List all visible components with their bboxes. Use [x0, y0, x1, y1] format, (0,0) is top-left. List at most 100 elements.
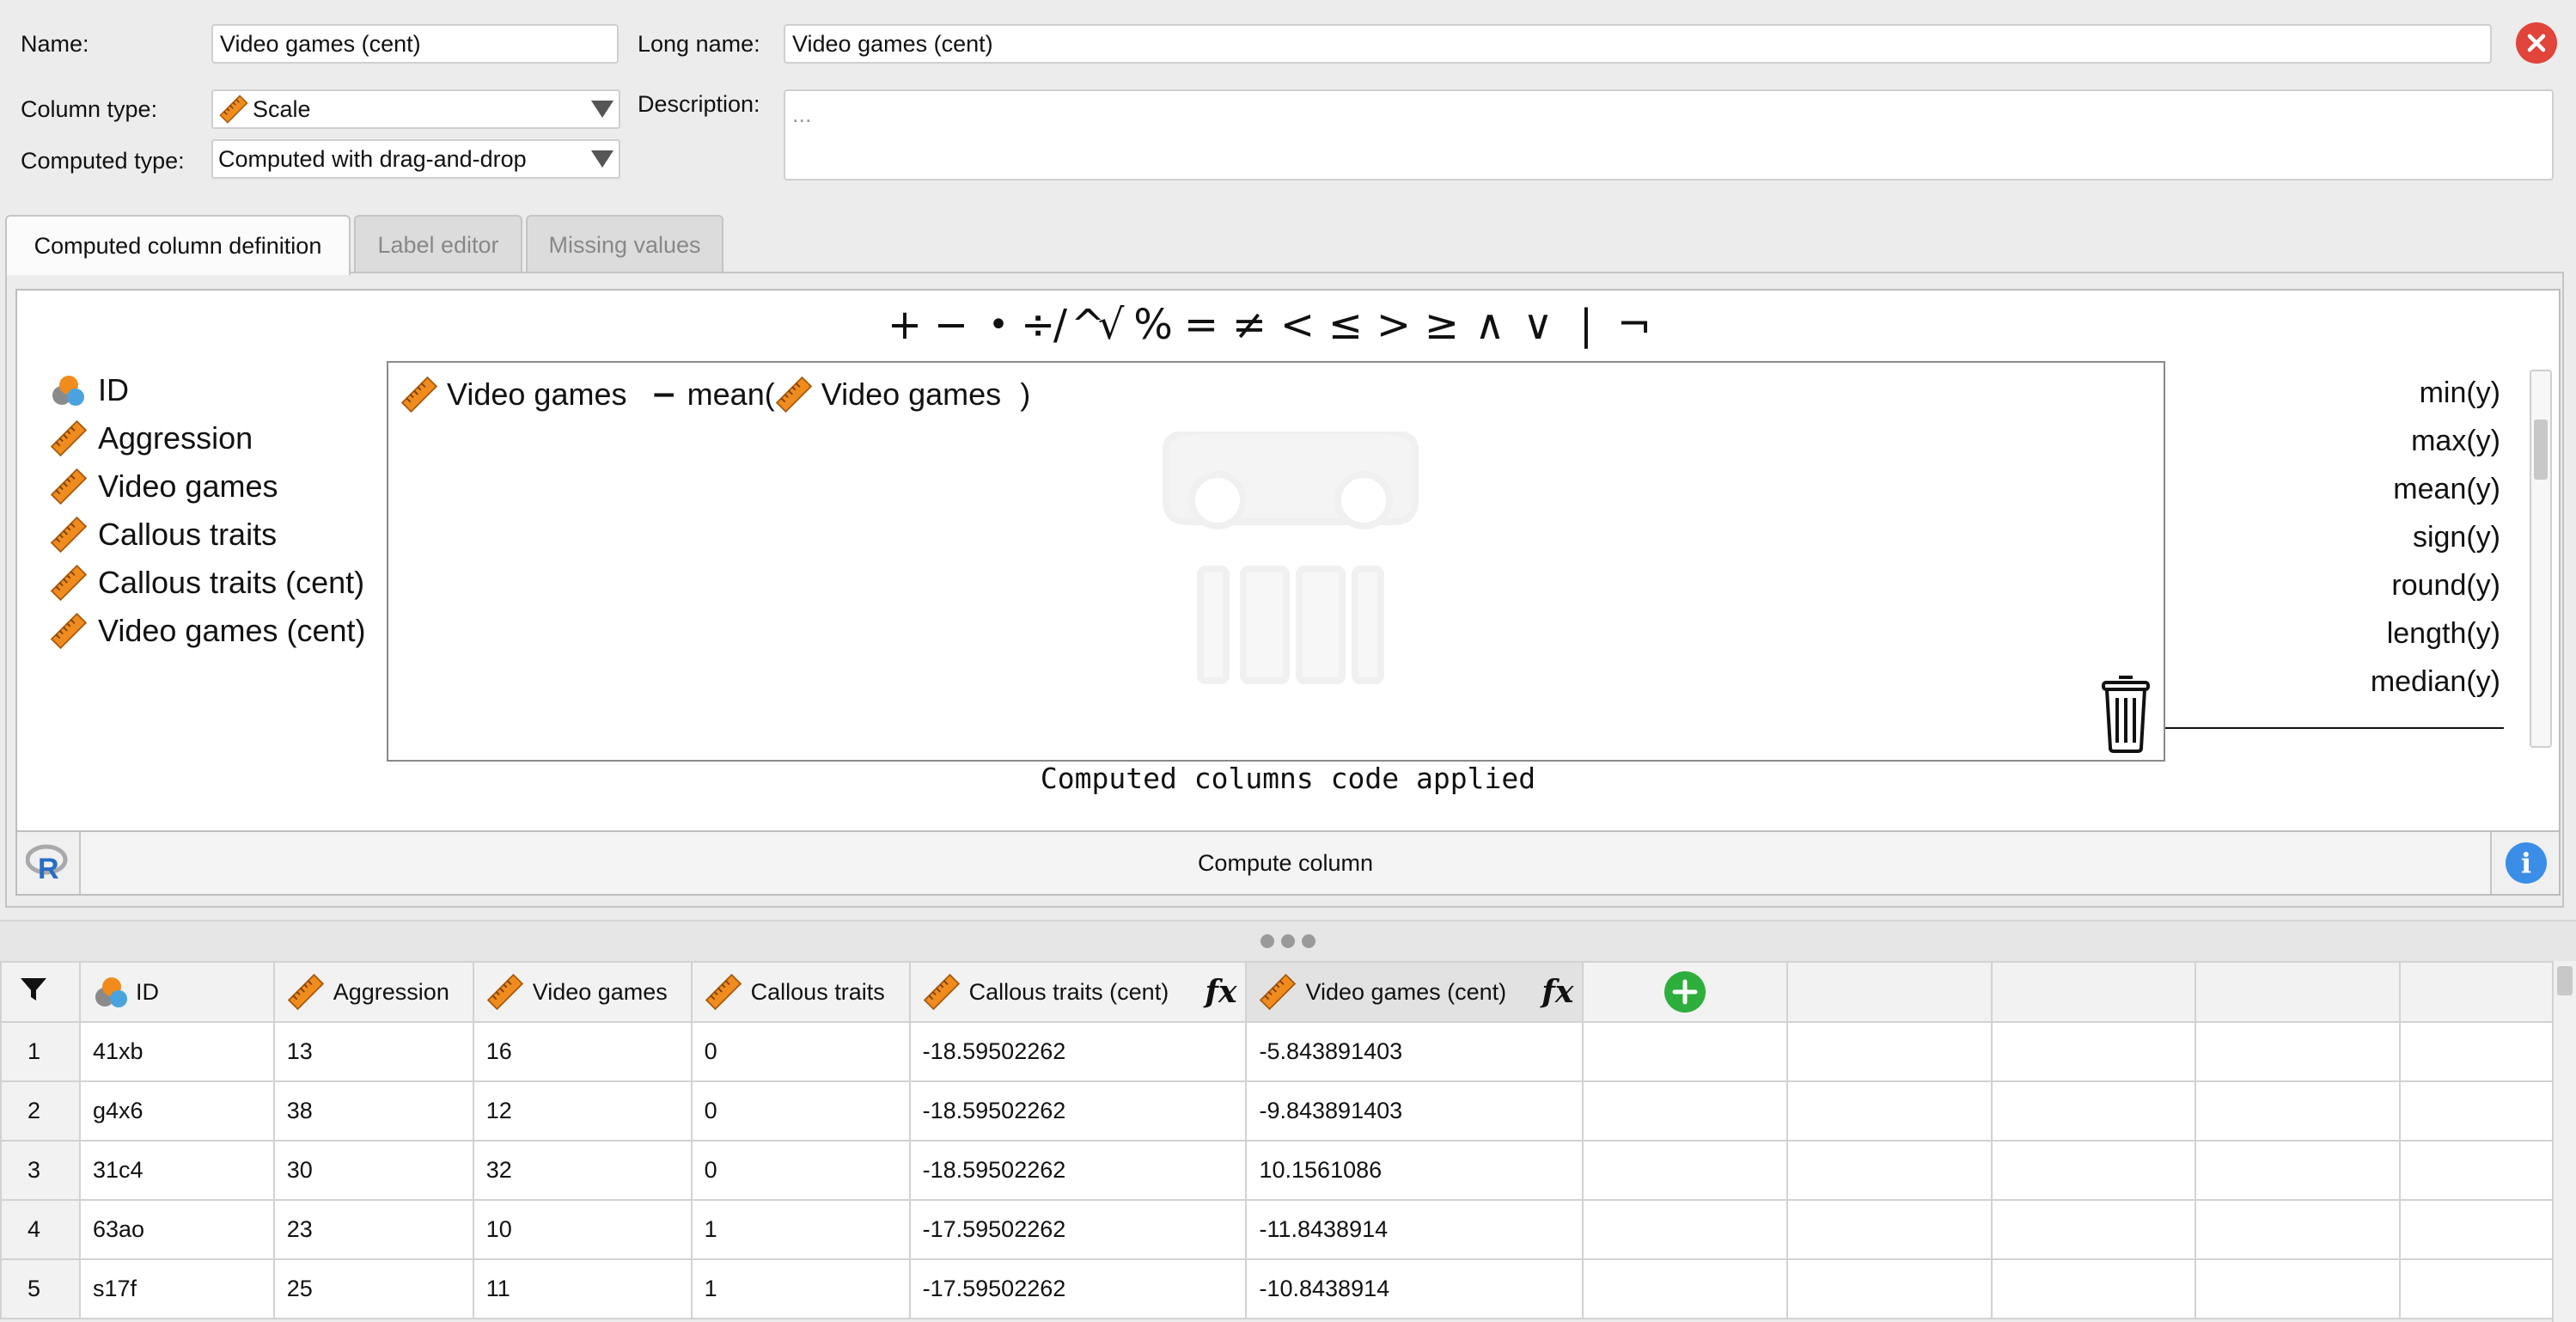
function-max[interactable]: max(y)	[2411, 425, 2500, 458]
scrollbar-thumb[interactable]	[2534, 419, 2548, 480]
table-cell[interactable]: -18.59502262	[908, 1021, 1248, 1082]
function-mean[interactable]: mean(y)	[2393, 473, 2500, 506]
table-cell[interactable]: g4x6	[78, 1080, 275, 1141]
empty-cell[interactable]	[2194, 1140, 2402, 1201]
operator-not[interactable]: ¬	[1610, 301, 1658, 349]
empty-cell[interactable]	[1786, 1199, 1993, 1260]
tab-missing-values[interactable]: Missing values	[526, 215, 723, 273]
table-cell[interactable]: 16	[472, 1021, 693, 1082]
function-sign[interactable]: sign(y)	[2413, 521, 2500, 554]
empty-column-header[interactable]	[1990, 961, 2197, 1023]
function-median[interactable]: median(y)	[2371, 665, 2500, 699]
empty-cell[interactable]	[2399, 1199, 2576, 1260]
empty-cell[interactable]	[1786, 1258, 1993, 1319]
table-cell[interactable]: 63ao	[78, 1199, 275, 1260]
table-cell[interactable]: 0	[690, 1021, 911, 1082]
tab-computed-column-definition[interactable]: Computed column definition	[5, 215, 351, 275]
filter-header[interactable]	[0, 961, 81, 1023]
scrollbar-thumb[interactable]	[2557, 966, 2573, 995]
variable-item-video-games[interactable]: Video games	[50, 464, 278, 509]
add-column-header[interactable]	[1582, 961, 1789, 1023]
long-name-field[interactable]: Video games (cent)	[784, 24, 2492, 64]
description-field[interactable]: ...	[784, 89, 2554, 181]
empty-column-header[interactable]	[2399, 961, 2576, 1023]
r-code-icon[interactable]: R	[25, 844, 69, 885]
empty-cell[interactable]	[1582, 1199, 1789, 1260]
table-cell[interactable]: 25	[272, 1258, 474, 1319]
table-cell[interactable]: 30	[272, 1140, 474, 1201]
computed-type-select[interactable]: Computed with drag-and-drop	[211, 139, 620, 179]
empty-cell[interactable]	[2399, 1080, 2576, 1141]
empty-cell[interactable]	[1786, 1080, 1993, 1141]
column-header-aggression[interactable]: Aggression	[272, 961, 474, 1023]
variable-item-aggression[interactable]: Aggression	[50, 416, 253, 461]
table-cell[interactable]: 38	[272, 1080, 474, 1141]
operator-minus[interactable]: −	[926, 301, 976, 349]
empty-cell[interactable]	[1786, 1140, 1993, 1201]
empty-cell[interactable]	[2399, 1258, 2576, 1319]
table-cell[interactable]: -17.59502262	[908, 1258, 1248, 1319]
row-number[interactable]: 1	[0, 1021, 81, 1082]
table-cell[interactable]: -5.843891403	[1245, 1021, 1584, 1082]
operator-greater-equal[interactable]: ≥	[1418, 301, 1466, 349]
table-cell[interactable]: 41xb	[78, 1021, 275, 1082]
table-cell[interactable]: -10.8438914	[1245, 1258, 1584, 1319]
filter-icon[interactable]	[19, 976, 48, 1002]
operator-pipe[interactable]: |	[1562, 301, 1610, 349]
column-header-video-games[interactable]: Video games	[472, 961, 693, 1023]
empty-cell[interactable]	[1582, 1080, 1789, 1141]
table-cell[interactable]: 10	[472, 1199, 693, 1260]
operator-or[interactable]: ∨	[1514, 301, 1562, 349]
row-number[interactable]: 2	[0, 1080, 81, 1141]
variable-item-callous-traits-cent[interactable]: Callous traits (cent)	[50, 560, 364, 605]
table-scrollbar[interactable]	[2552, 961, 2576, 1322]
table-cell[interactable]: 11	[472, 1258, 693, 1319]
close-icon[interactable]	[2516, 22, 2557, 64]
column-type-select[interactable]: Scale	[211, 89, 620, 129]
table-cell[interactable]: 23	[272, 1199, 474, 1260]
table-cell[interactable]: 12	[472, 1080, 693, 1141]
operator-slash[interactable]: /	[1050, 301, 1071, 349]
tab-label-editor[interactable]: Label editor	[354, 215, 522, 273]
table-cell[interactable]: 0	[690, 1140, 911, 1201]
info-icon[interactable]: i	[2506, 842, 2547, 884]
empty-cell[interactable]	[2194, 1258, 2402, 1319]
table-cell[interactable]: -18.59502262	[908, 1140, 1248, 1201]
column-header-callous-traits[interactable]: Callous traits	[690, 961, 911, 1023]
empty-cell[interactable]	[1990, 1080, 2197, 1141]
table-cell[interactable]: -11.8438914	[1245, 1199, 1584, 1260]
operator-not-equals[interactable]: ≠	[1225, 301, 1273, 349]
empty-cell[interactable]	[2399, 1021, 2576, 1082]
formula-canvas[interactable]: Video games − mean( Video games )	[387, 361, 2165, 762]
compute-column-button[interactable]: Compute column	[79, 832, 2492, 894]
table-cell[interactable]: 32	[472, 1140, 693, 1201]
operator-divide[interactable]: ÷	[1021, 301, 1055, 349]
table-cell[interactable]: 0	[690, 1080, 911, 1141]
operator-multiply[interactable]: •	[976, 305, 1021, 345]
empty-column-header[interactable]	[2194, 961, 2402, 1023]
variable-item-video-games-cent[interactable]: Video games (cent)	[50, 609, 366, 653]
trash-icon[interactable]	[2098, 672, 2153, 753]
empty-cell[interactable]	[1582, 1140, 1789, 1201]
column-header-callous-traits-cent[interactable]: Callous traits (cent) fx	[908, 961, 1248, 1023]
operator-equals[interactable]: =	[1177, 301, 1225, 349]
variable-item-callous-traits[interactable]: Callous traits	[50, 512, 277, 557]
operator-power[interactable]: ^	[1071, 301, 1105, 349]
column-header-video-games-cent[interactable]: Video games (cent) fx	[1245, 961, 1584, 1023]
table-cell[interactable]: 31c4	[78, 1140, 275, 1201]
empty-cell[interactable]	[1990, 1021, 2197, 1082]
empty-cell[interactable]	[1582, 1258, 1789, 1319]
table-cell[interactable]: 1	[690, 1199, 911, 1260]
row-number[interactable]: 5	[0, 1258, 81, 1319]
column-header-id[interactable]: ID	[78, 961, 275, 1023]
formula-operand-video-games[interactable]: Video games	[400, 376, 626, 413]
variable-item-id[interactable]: ID	[50, 368, 129, 413]
formula-function-mean[interactable]: mean( Video games )	[687, 376, 1030, 413]
empty-cell[interactable]	[2194, 1080, 2402, 1141]
function-min[interactable]: min(y)	[2420, 376, 2500, 410]
empty-column-header[interactable]	[1786, 961, 1993, 1023]
empty-cell[interactable]	[1582, 1021, 1789, 1082]
row-number[interactable]: 4	[0, 1199, 81, 1260]
table-cell[interactable]: 13	[272, 1021, 474, 1082]
formula-expression[interactable]: Video games − mean( Video games )	[400, 371, 1030, 418]
